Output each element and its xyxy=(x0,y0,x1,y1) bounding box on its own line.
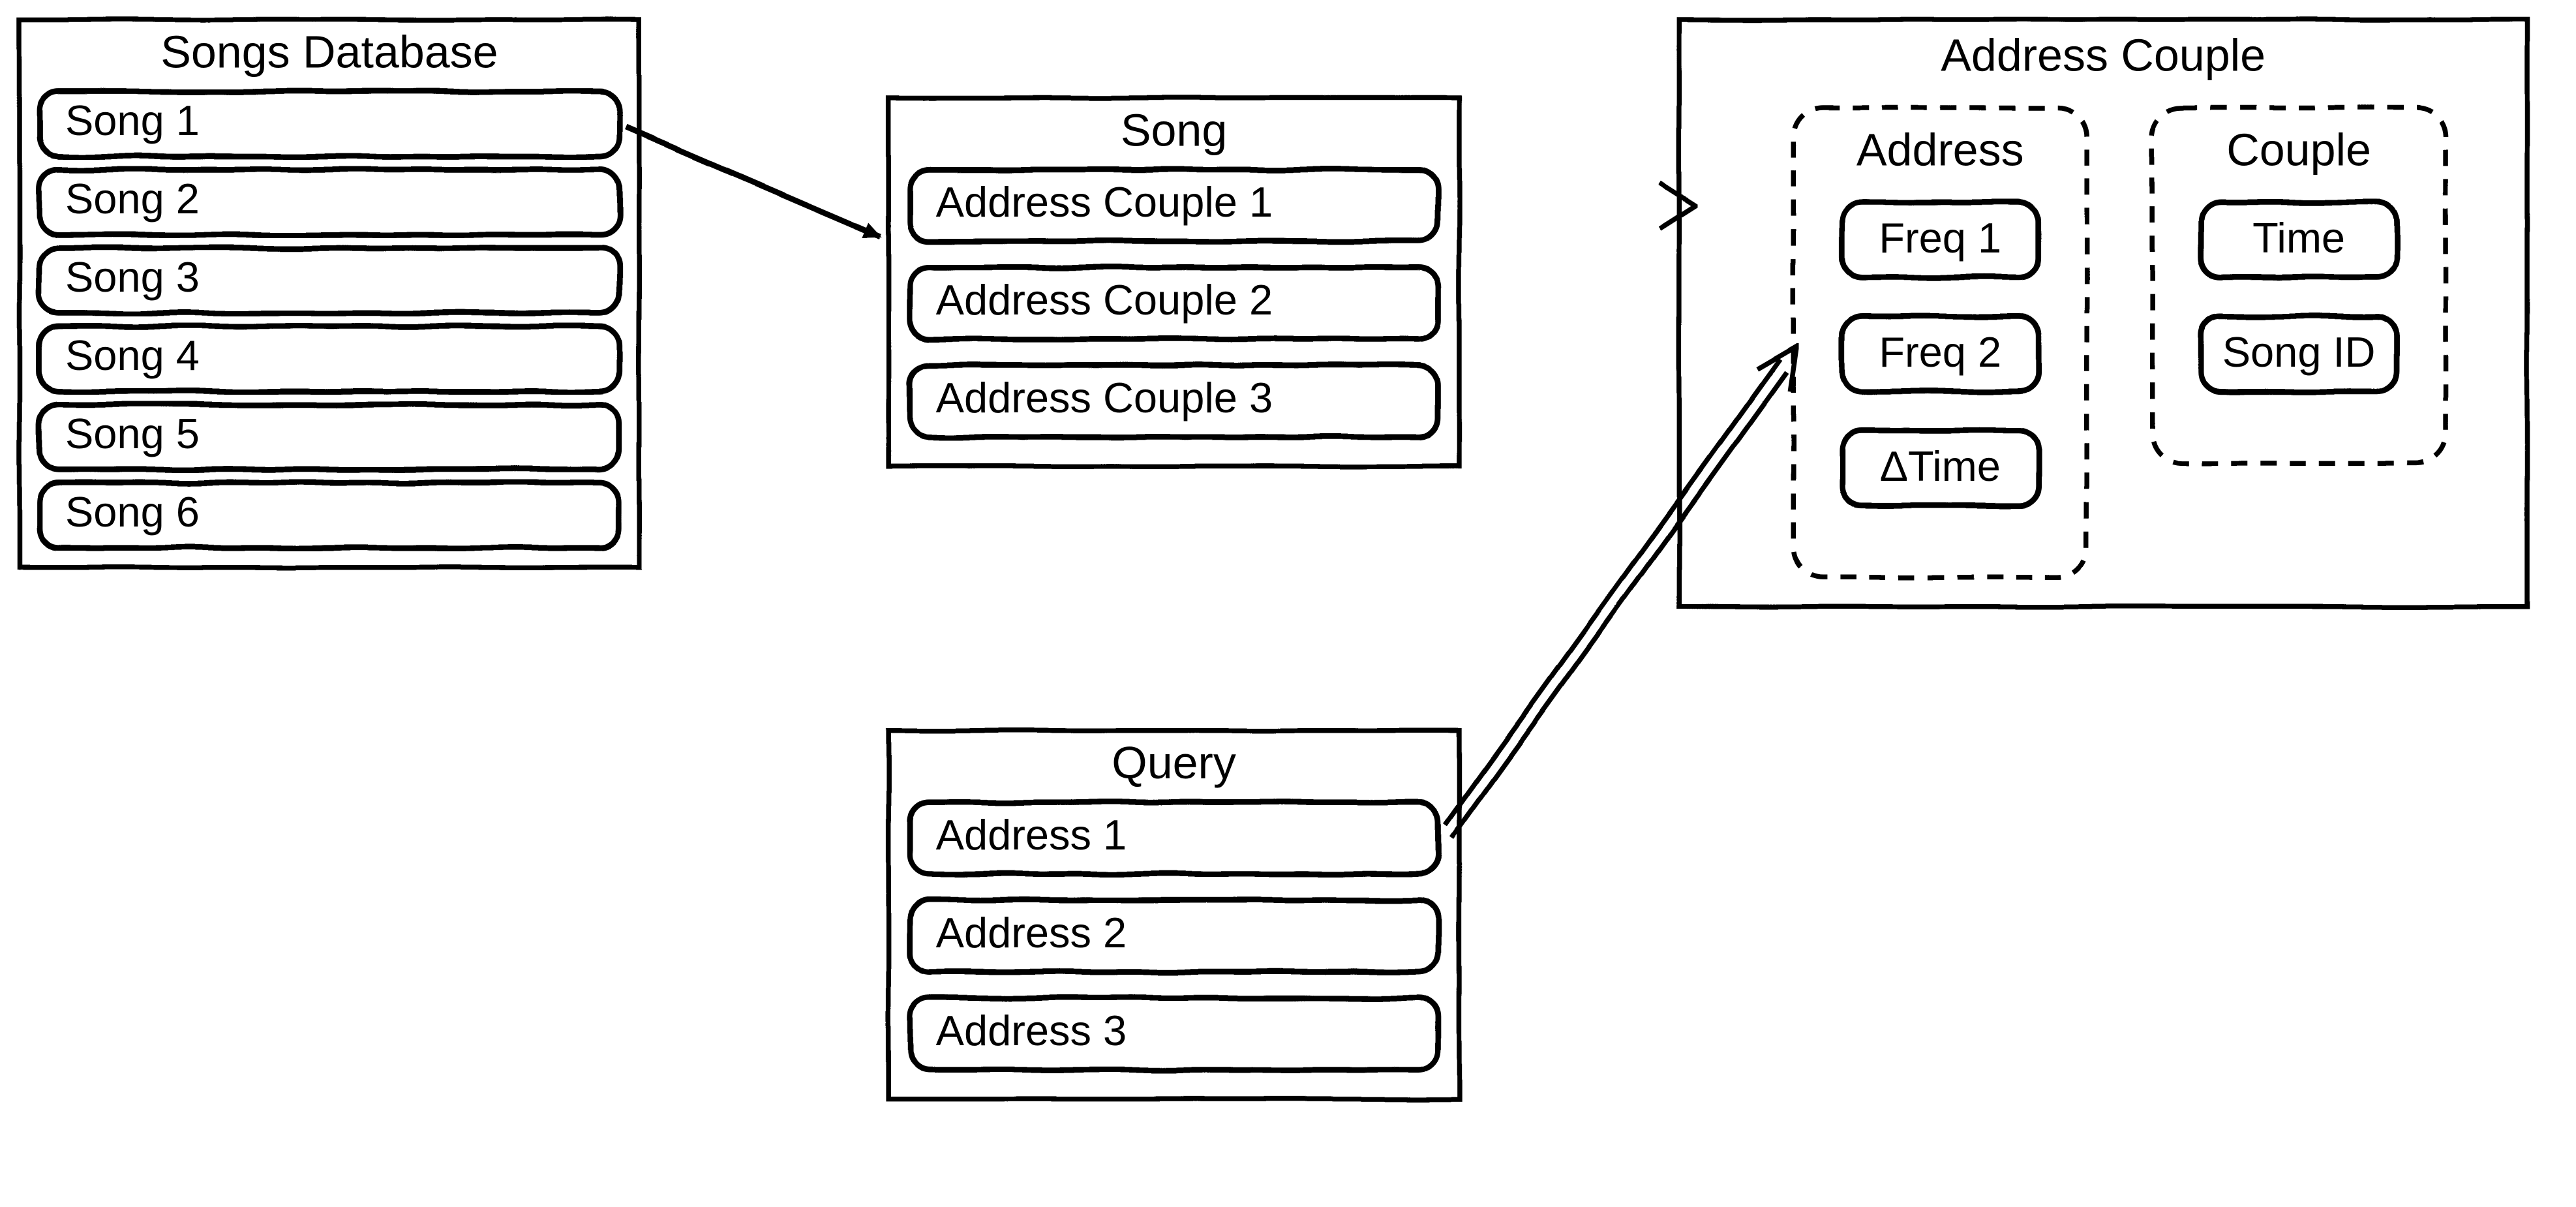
query-title: Query xyxy=(1112,737,1236,788)
query-item: Address 1 xyxy=(910,802,1438,874)
songs-database-item: Song 6 xyxy=(39,483,620,548)
item-label: Time xyxy=(2252,214,2345,262)
item-label: Address 1 xyxy=(936,811,1127,859)
couple-group-title: Couple xyxy=(2226,124,2371,175)
songs-database-item: Song 2 xyxy=(39,170,620,235)
item-label: Address Couple 3 xyxy=(936,374,1273,421)
arrow-song-to-addresscouple xyxy=(1444,183,1695,228)
songs-database-box: Songs Database Song 1 Song 2 Song 3 Song… xyxy=(20,20,639,568)
address-item: ΔTime xyxy=(1842,431,2038,506)
songs-database-item: Song 1 xyxy=(39,91,620,157)
item-label: Song 5 xyxy=(65,410,200,457)
songs-database-item: Song 5 xyxy=(39,405,620,470)
query-item: Address 2 xyxy=(910,900,1438,972)
item-label: Song 2 xyxy=(65,175,200,222)
couple-item: Time xyxy=(2201,202,2397,277)
item-label: Song 6 xyxy=(65,488,200,536)
couple-item: Song ID xyxy=(2201,316,2397,391)
song-item: Address Couple 2 xyxy=(910,267,1438,339)
songs-database-item: Song 4 xyxy=(39,326,620,391)
address-group: Address Freq 1 Freq 2 ΔTime xyxy=(1793,108,2087,577)
couple-group: Couple Time Song ID xyxy=(2152,108,2446,463)
songs-database-item: Song 3 xyxy=(39,248,620,313)
address-item: Freq 1 xyxy=(1842,202,2038,277)
song-item: Address Couple 3 xyxy=(910,365,1438,437)
item-label: Address 2 xyxy=(936,909,1127,956)
item-label: Address 3 xyxy=(936,1007,1127,1054)
arrow-query-to-address xyxy=(1444,346,1796,838)
query-item: Address 3 xyxy=(910,998,1438,1070)
address-couple-title: Address Couple xyxy=(1941,29,2265,80)
query-box: Query Address 1 Address 2 Address 3 xyxy=(888,731,1459,1099)
song-box: Song Address Couple 1 Address Couple 2 A… xyxy=(888,98,1459,466)
item-label: ΔTime xyxy=(1880,442,2001,490)
address-group-title: Address xyxy=(1856,124,2024,175)
song-title: Song xyxy=(1121,104,1227,155)
song-item: Address Couple 1 xyxy=(910,170,1438,241)
songs-database-title: Songs Database xyxy=(160,26,498,77)
arrow-songsdb-to-song xyxy=(626,127,881,236)
item-label: Freq 1 xyxy=(1879,214,2001,262)
item-label: Address Couple 2 xyxy=(936,276,1273,324)
item-label: Song 3 xyxy=(65,253,200,301)
item-label: Song 4 xyxy=(65,331,200,379)
item-label: Freq 2 xyxy=(1879,328,2001,376)
item-label: Song ID xyxy=(2222,328,2376,376)
address-item: Freq 2 xyxy=(1842,316,2038,391)
item-label: Song 1 xyxy=(65,97,200,144)
item-label: Address Couple 1 xyxy=(936,178,1273,226)
address-couple-box: Address Couple Address Freq 1 Freq 2 ΔTi… xyxy=(1679,20,2527,607)
diagram-canvas: Songs Database Song 1 Song 2 Song 3 Song… xyxy=(0,0,2576,1207)
